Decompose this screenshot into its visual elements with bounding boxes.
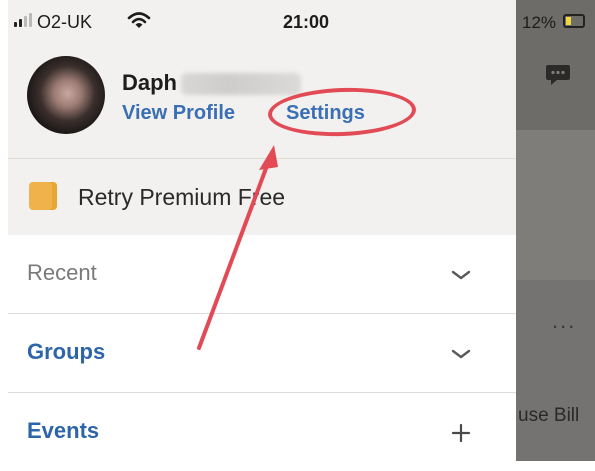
premium-label: Retry Premium Free	[78, 184, 286, 210]
premium-row[interactable]: Retry Premium Free	[8, 158, 516, 235]
wifi-icon	[127, 12, 151, 28]
chevron-down-icon[interactable]	[449, 342, 473, 366]
chevron-down-icon[interactable]	[449, 263, 473, 287]
name-redaction	[181, 73, 301, 95]
menu-label-recent: Recent	[27, 260, 97, 285]
background-item-label: use Bill	[518, 405, 580, 426]
premium-icon	[29, 182, 57, 210]
more-options-icon[interactable]: ...	[552, 308, 576, 334]
avatar[interactable]	[27, 56, 105, 134]
menu-item-events[interactable]: Events	[8, 393, 516, 471]
battery-level	[566, 17, 571, 25]
plus-icon[interactable]	[449, 421, 473, 445]
dimmed-background-app[interactable]: 12% ... use Bill	[516, 0, 595, 461]
signal-icon	[14, 13, 32, 27]
menu-label-groups: Groups	[27, 339, 106, 364]
battery-icon	[563, 14, 585, 28]
menu-item-recent[interactable]: Recent	[8, 235, 516, 313]
view-profile-link[interactable]: View Profile	[122, 102, 235, 125]
menu-label-events: Events	[27, 418, 100, 443]
user-name: Daph	[122, 70, 177, 95]
chat-bubble-icon[interactable]	[545, 63, 571, 87]
battery-percent: 12%	[522, 13, 557, 32]
status-bar: O2-UK 21:00	[8, 0, 516, 44]
status-time: 21:00	[283, 12, 330, 32]
menu-item-groups[interactable]: Groups	[8, 314, 516, 392]
carrier-name: O2-UK	[37, 12, 93, 32]
side-drawer: O2-UK 21:00 Daph View Profile Settings R…	[8, 0, 516, 471]
